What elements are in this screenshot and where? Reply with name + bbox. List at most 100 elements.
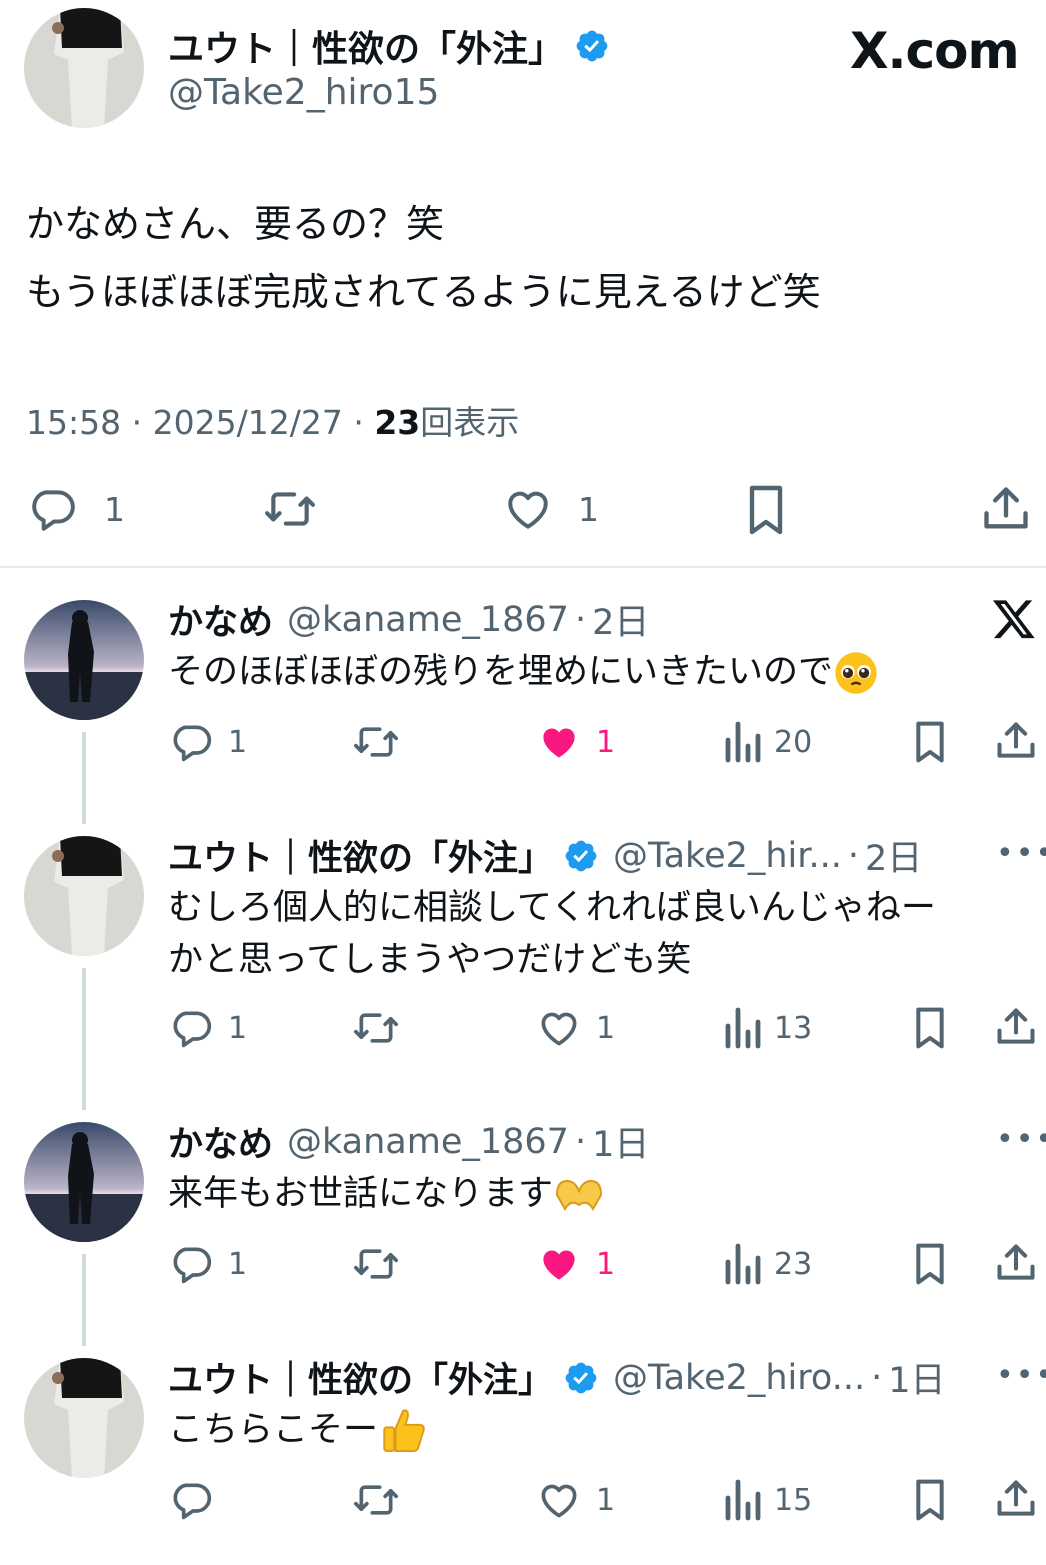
bookmark-button[interactable] xyxy=(910,1240,950,1288)
bookmark-button[interactable] xyxy=(910,718,950,766)
reply-author-name[interactable]: かなめ xyxy=(168,594,273,645)
tweet-date: 2025/12/27 xyxy=(152,403,343,442)
pleading-face-emoji xyxy=(833,650,879,696)
views-chart-icon xyxy=(722,1478,762,1522)
reply-icon xyxy=(168,720,214,764)
reply-time[interactable]: 2日 xyxy=(865,830,922,881)
retweet-button[interactable] xyxy=(350,1006,402,1050)
reply-actions: 1 1 13 xyxy=(168,1004,1038,1054)
share-button[interactable] xyxy=(994,1004,1038,1050)
reply-icon xyxy=(168,1242,214,1286)
like-button[interactable]: 1 xyxy=(536,1242,615,1286)
views-button[interactable]: 13 xyxy=(722,1006,812,1050)
views-chart-icon xyxy=(722,720,762,764)
bookmark-button[interactable] xyxy=(910,1476,950,1524)
main-tweet-line: かなめさん、要るの？笑 xyxy=(26,202,445,246)
reply-time[interactable]: 1日 xyxy=(888,1352,945,1403)
retweet-button[interactable] xyxy=(350,1242,402,1286)
reply-avatar[interactable] xyxy=(24,836,144,956)
reply-actions: 1 1 20 xyxy=(168,718,1038,768)
reply-time[interactable]: 1日 xyxy=(592,1116,649,1167)
heart-icon xyxy=(536,1478,582,1522)
bookmark-button[interactable] xyxy=(910,1004,950,1052)
reply-icon xyxy=(26,484,78,534)
verified-badge-icon xyxy=(574,28,610,64)
bookmark-button[interactable] xyxy=(742,482,790,538)
reply-icon xyxy=(168,1478,214,1522)
reply-author-name[interactable]: かなめ xyxy=(168,1116,273,1167)
reply-text: こちらこそー xyxy=(168,1404,428,1456)
tweet-time: 15:58 xyxy=(26,403,122,442)
share-icon xyxy=(994,1004,1038,1050)
main-author-avatar[interactable] xyxy=(24,8,144,128)
reply-header: ユウト｜性欲の「外注」 @Take2_hir... · 2日 xyxy=(168,830,922,881)
reply-text: そのほぼほぼの残りを埋めにいきたいので xyxy=(168,646,879,698)
more-options-icon[interactable]: ••• xyxy=(996,1358,1046,1393)
reply-button[interactable]: 1 xyxy=(168,1242,247,1286)
thread-line xyxy=(82,1254,86,1346)
share-button[interactable] xyxy=(980,482,1032,536)
main-tweet-meta: 15:58 · 2025/12/27 · 23回表示 xyxy=(26,403,520,442)
main-author-name[interactable]: ユウト｜性欲の「外注」 xyxy=(168,20,610,72)
views-button[interactable]: 23 xyxy=(722,1242,812,1286)
x-logo-icon xyxy=(990,596,1038,642)
share-icon xyxy=(994,718,1038,764)
views-button[interactable]: 15 xyxy=(722,1478,812,1522)
reply-avatar[interactable] xyxy=(24,1122,144,1242)
reply-text: 来年もお世話になります xyxy=(168,1168,605,1220)
like-button[interactable]: 1 xyxy=(536,720,615,764)
reply-author-name[interactable]: ユウト｜性欲の「外注」 xyxy=(168,830,553,881)
views-chart-icon xyxy=(722,1006,762,1050)
share-button[interactable] xyxy=(994,1240,1038,1286)
reply-avatar[interactable] xyxy=(24,600,144,720)
share-icon xyxy=(980,482,1032,536)
reply-time[interactable]: 2日 xyxy=(592,594,649,645)
verified-badge-icon xyxy=(563,1360,599,1396)
section-divider xyxy=(0,566,1046,568)
reply-header: かなめ @kaname_1867 · 2日 xyxy=(168,594,649,645)
bookmark-icon xyxy=(910,718,950,766)
reply-button[interactable]: 1 xyxy=(26,484,125,534)
reply-text: むしろ個人的に相談してくれれば良いんじゃねー かと思ってしまうやつだけども笑 xyxy=(168,888,936,980)
views-button[interactable]: 20 xyxy=(722,720,812,764)
reply-avatar[interactable] xyxy=(24,1358,144,1478)
heart-filled-icon xyxy=(536,720,582,764)
bookmark-icon xyxy=(910,1004,950,1052)
heart-filled-icon xyxy=(536,1242,582,1286)
reply-button[interactable]: 1 xyxy=(168,720,247,764)
retweet-icon xyxy=(260,484,320,534)
reply-author-handle[interactable]: @kaname_1867 xyxy=(287,1122,569,1162)
thread-line xyxy=(82,968,86,1110)
reply-author-handle[interactable]: @kaname_1867 xyxy=(287,600,569,640)
reply-author-handle[interactable]: @Take2_hiro... xyxy=(613,1358,865,1398)
reply-button[interactable]: 1 xyxy=(168,1006,247,1050)
reply-button[interactable] xyxy=(168,1478,214,1522)
view-count: 23 xyxy=(374,403,421,442)
like-button[interactable]: 1 xyxy=(536,1006,615,1050)
views-chart-icon xyxy=(722,1242,762,1286)
like-button[interactable]: 1 xyxy=(536,1478,615,1522)
retweet-button[interactable] xyxy=(350,1478,402,1522)
retweet-button[interactable] xyxy=(350,720,402,764)
main-tweet-line: もうほぼほぼ完成されてるように見えるけど笑 xyxy=(26,270,821,314)
more-options-icon[interactable]: ••• xyxy=(996,836,1046,871)
main-author-handle[interactable]: @Take2_hiro15 xyxy=(168,72,439,113)
retweet-button[interactable] xyxy=(260,484,320,534)
retweet-icon xyxy=(350,1006,402,1050)
retweet-icon xyxy=(350,720,402,764)
reply-header: かなめ @kaname_1867 · 1日 xyxy=(168,1116,649,1167)
share-button[interactable] xyxy=(994,718,1038,764)
more-options-icon[interactable]: ••• xyxy=(996,1122,1046,1157)
reply-author-handle[interactable]: @Take2_hir... xyxy=(613,836,842,876)
like-button[interactable]: 1 xyxy=(502,484,599,534)
reply-actions: 1 15 xyxy=(168,1476,1038,1526)
reply-icon xyxy=(168,1006,214,1050)
thread-line xyxy=(82,732,86,824)
retweet-icon xyxy=(350,1242,402,1286)
share-icon xyxy=(994,1476,1038,1522)
heart-icon xyxy=(502,484,554,534)
bookmark-icon xyxy=(910,1476,950,1524)
reply-author-name[interactable]: ユウト｜性欲の「外注」 xyxy=(168,1352,553,1403)
share-button[interactable] xyxy=(994,1476,1038,1522)
reply-header: ユウト｜性欲の「外注」 @Take2_hiro... · 1日 xyxy=(168,1352,946,1403)
